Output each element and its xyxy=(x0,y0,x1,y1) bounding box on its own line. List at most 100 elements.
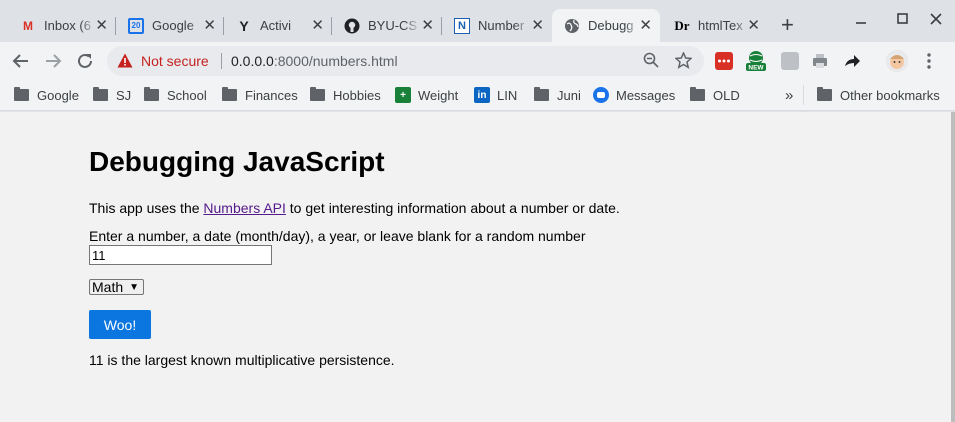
yahoo-icon: Y xyxy=(239,17,249,34)
notion-icon: N xyxy=(454,17,470,34)
extension-lastpass-icon[interactable] xyxy=(715,52,733,70)
back-arrow-icon[interactable] xyxy=(10,50,32,72)
bookmark-other-bookmarks[interactable]: Other bookmarks xyxy=(817,86,940,104)
numbers-api-link[interactable]: Numbers API xyxy=(203,200,285,216)
tab-title: Debugg xyxy=(588,18,634,33)
bookmark-finances[interactable]: Finances xyxy=(222,86,298,104)
bookmark-label: SJ xyxy=(116,87,132,103)
reload-icon[interactable] xyxy=(74,50,96,72)
url-path: :8000/numbers.html xyxy=(273,53,398,69)
avatar[interactable] xyxy=(886,50,908,72)
bookmark-label: Finances xyxy=(245,87,298,103)
globe-icon xyxy=(564,18,580,34)
menu-dots-icon[interactable] xyxy=(918,50,940,72)
tab-activity[interactable]: Y Activi ✕ xyxy=(224,9,332,42)
bookmarks-bar: Google SJ School Finances Hobbies + Weigh… xyxy=(0,80,955,111)
window-close-icon[interactable] xyxy=(930,12,942,30)
browser-toolbar: Not secure 0.0.0.0:8000/numbers.html NEW xyxy=(0,42,955,80)
tab-title: Inbox (6 xyxy=(44,18,91,33)
tab-title: htmlTex xyxy=(698,18,743,33)
folder-icon xyxy=(310,87,325,101)
tab-google-calendar[interactable]: 20 Google ✕ xyxy=(116,9,224,42)
zoom-magnifier-icon[interactable] xyxy=(643,52,659,72)
folder-icon xyxy=(690,87,705,101)
close-icon[interactable]: ✕ xyxy=(311,18,324,33)
tab-debugging-active[interactable]: Debugg ✕ xyxy=(552,9,660,42)
warning-triangle-icon[interactable] xyxy=(117,53,133,73)
tab-title: Activi xyxy=(260,18,292,33)
extension-printer-icon[interactable] xyxy=(811,52,829,70)
tab-strip: M Inbox (6 ✕ 20 Google ✕ Y Activi ✕ BYU-… xyxy=(0,0,955,42)
folder-icon xyxy=(144,87,159,101)
result-text: 11 is the largest known multiplicative p… xyxy=(89,352,395,368)
bookmark-hobbies[interactable]: Hobbies xyxy=(310,86,381,104)
bookmark-star-icon[interactable] xyxy=(674,51,693,73)
weight-plus-icon: + xyxy=(395,87,411,103)
tab-numbers[interactable]: N Number ✕ xyxy=(442,9,552,42)
bookmarks-divider xyxy=(803,85,804,105)
folder-icon xyxy=(93,87,108,101)
close-icon[interactable]: ✕ xyxy=(747,18,760,33)
extension-puzzle-icon[interactable] xyxy=(781,52,799,70)
bookmark-messages[interactable]: Messages xyxy=(593,86,675,104)
forward-arrow-icon[interactable] xyxy=(42,50,64,72)
close-icon[interactable]: ✕ xyxy=(421,18,434,33)
share-arrow-icon[interactable] xyxy=(843,52,861,70)
maximize-icon[interactable] xyxy=(897,12,909,30)
bookmark-school[interactable]: School xyxy=(144,86,207,104)
bookmark-label: Juni xyxy=(557,87,581,103)
tab-title: Number xyxy=(478,18,525,33)
svg-text:NEW: NEW xyxy=(748,65,764,72)
bookmark-label: OLD xyxy=(713,87,740,103)
woo-button[interactable]: Woo! xyxy=(89,310,151,339)
bookmark-google[interactable]: Google xyxy=(14,86,79,104)
bookmark-old[interactable]: OLD xyxy=(690,86,740,104)
number-input[interactable] xyxy=(89,245,272,265)
minimize-icon[interactable] xyxy=(855,13,867,31)
bookmark-label: Hobbies xyxy=(333,87,381,103)
messages-icon xyxy=(593,87,609,103)
url-host: 0.0.0.0 xyxy=(231,53,274,69)
bookmark-weight[interactable]: + Weight xyxy=(395,86,458,104)
tab-gmail[interactable]: M Inbox (6 ✕ xyxy=(8,9,116,42)
folder-icon xyxy=(14,87,29,101)
type-select[interactable]: Math ▼ xyxy=(89,279,144,295)
bookmark-label: Messages xyxy=(616,87,676,103)
calendar-icon: 20 xyxy=(128,17,144,34)
close-icon[interactable]: ✕ xyxy=(203,18,216,33)
close-icon[interactable]: ✕ xyxy=(531,18,544,33)
dropdown-arrow-icon: ▼ xyxy=(129,282,139,293)
bookmark-label: Weight xyxy=(418,87,459,103)
bookmark-lin[interactable]: in LIN xyxy=(474,86,517,104)
close-icon[interactable]: ✕ xyxy=(639,18,652,33)
folder-icon xyxy=(534,87,549,101)
bookmark-label: Other bookmarks xyxy=(840,87,940,103)
new-tab-plus-icon[interactable]: + xyxy=(781,14,794,36)
bookmark-juni[interactable]: Juni xyxy=(534,86,581,104)
page-title: Debugging JavaScript xyxy=(89,146,385,177)
folder-icon xyxy=(817,87,832,101)
not-secure-label[interactable]: Not secure xyxy=(141,53,209,69)
extension-new-globe-icon[interactable]: NEW xyxy=(746,50,766,72)
bookmark-label: School xyxy=(167,87,207,103)
scrollbar[interactable] xyxy=(951,112,955,422)
tab-title: BYU-CS xyxy=(368,18,418,33)
tab-htmltext[interactable]: Dr htmlTex ✕ xyxy=(660,9,768,42)
url-text[interactable]: 0.0.0.0:8000/numbers.html xyxy=(231,53,398,69)
bookmark-label: Google xyxy=(37,87,79,103)
github-icon xyxy=(344,18,360,34)
close-icon[interactable]: ✕ xyxy=(95,18,108,33)
gmail-icon: M xyxy=(23,18,33,33)
tab-byu-cs[interactable]: BYU-CS ✕ xyxy=(332,9,442,42)
bookmark-label: LIN xyxy=(497,87,518,103)
bookmarks-overflow-chevron-icon[interactable]: » xyxy=(785,86,793,104)
linkedin-icon: in xyxy=(474,87,490,103)
input-prompt-label: Enter a number, a date (month/day), a ye… xyxy=(89,228,586,244)
address-bar[interactable]: Not secure 0.0.0.0:8000/numbers.html xyxy=(107,46,704,76)
dr-icon: Dr xyxy=(674,17,690,33)
folder-icon xyxy=(222,87,237,101)
tab-title: Google xyxy=(152,18,194,33)
bookmark-sj[interactable]: SJ xyxy=(93,86,131,104)
page-content: Debugging JavaScript This app uses the N… xyxy=(0,112,951,422)
type-select-value: Math xyxy=(92,279,124,295)
